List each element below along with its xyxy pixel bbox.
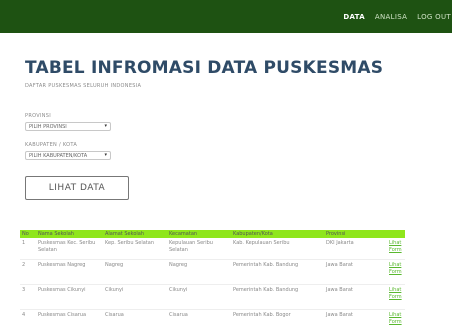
kabupaten-label: KABUPATEN / KOTA [25,142,77,148]
cell-alamat: Nagreg [103,260,167,285]
lihat-form-link[interactable]: Lihat Form [387,238,405,260]
cell-alamat: Cisarua [103,310,167,334]
cell-nama: Puskesmas Nagreg [36,260,103,285]
cell-kabupaten: Pemerintah Kab. Bandung [231,260,324,285]
kabupaten-select-value: PILIH KABUPATEN/KOTA [29,153,87,159]
cell-no: 2 [20,260,36,285]
lihat-data-button[interactable]: LIHAT DATA [25,176,129,200]
header-kabupaten-kota: Kabupaten/Kota [231,230,324,238]
nav-analisa-link[interactable]: ANALISA [375,13,407,21]
cell-nama: Puskesmas Cisarua [36,310,103,334]
table-row: 4 Puskesmas Cisarua Cisarua Cisarua Peme… [20,310,405,334]
header-alamat-sekolah: Alamat Sekolah [103,230,167,238]
header-nama-sekolah: Nama Sekolah [36,230,103,238]
cell-provinsi: Jawa Barat [324,310,387,334]
dropdown-arrow-icon: ▾ [104,123,107,129]
cell-kecamatan: Kepulauan Seribu Selatan [167,238,231,260]
cell-nama: Puskesmas Kec. Seribu Selatan [36,238,103,260]
nav-menu: DATA ANALISA LOG OUT [343,0,452,33]
header-kecamatan: Kecamatan [167,230,231,238]
cell-provinsi: Jawa Barat [324,260,387,285]
cell-no: 3 [20,285,36,310]
cell-kecamatan: Cisarua [167,310,231,334]
header-provinsi: Provinsi [324,230,387,238]
cell-kecamatan: Nagreg [167,260,231,285]
page-subtitle: DAFTAR PUSKESMAS SELURUH INDONESIA [25,83,141,89]
table-header-row: No Nama Sekolah Alamat Sekolah Kecamatan… [20,230,405,238]
provinsi-select-value: PILIH PROVINSI [29,124,67,130]
cell-alamat: Cikunyi [103,285,167,310]
kabupaten-select[interactable]: PILIH KABUPATEN/KOTA ▾ [25,151,111,160]
dropdown-arrow-icon: ▾ [104,152,107,158]
provinsi-select[interactable]: PILIH PROVINSI ▾ [25,122,111,131]
nav-data-link[interactable]: DATA [343,13,365,21]
lihat-form-link[interactable]: Lihat Form [387,310,405,334]
table-row: 1 Puskesmas Kec. Seribu Selatan Kep. Ser… [20,238,405,260]
cell-provinsi: Jawa Barat [324,285,387,310]
table-row: 3 Puskesmas Cikunyi Cikunyi Cikunyi Peme… [20,285,405,310]
header-action [387,230,405,238]
nav-logout-link[interactable]: LOG OUT [417,13,451,21]
page-title: TABEL INFROMASI DATA PUSKESMAS [25,58,383,78]
lihat-form-link[interactable]: Lihat Form [387,285,405,310]
cell-nama: Puskesmas Cikunyi [36,285,103,310]
header-no: No [20,230,36,238]
cell-provinsi: DKI Jakarta [324,238,387,260]
cell-kabupaten: Pemerintah Kab. Bandung [231,285,324,310]
cell-no: 1 [20,238,36,260]
puskesmas-table: No Nama Sekolah Alamat Sekolah Kecamatan… [20,230,405,334]
lihat-form-link[interactable]: Lihat Form [387,260,405,285]
provinsi-label: PROVINSI [25,113,51,119]
cell-kabupaten: Pemerintah Kab. Bogor [231,310,324,334]
cell-kabupaten: Kab. Kepulauan Seribu [231,238,324,260]
cell-kecamatan: Cikunyi [167,285,231,310]
cell-alamat: Kep. Seribu Selatan [103,238,167,260]
top-navbar: DATA ANALISA LOG OUT [0,0,452,33]
cell-no: 4 [20,310,36,334]
table-row: 2 Puskesmas Nagreg Nagreg Nagreg Pemerin… [20,260,405,285]
